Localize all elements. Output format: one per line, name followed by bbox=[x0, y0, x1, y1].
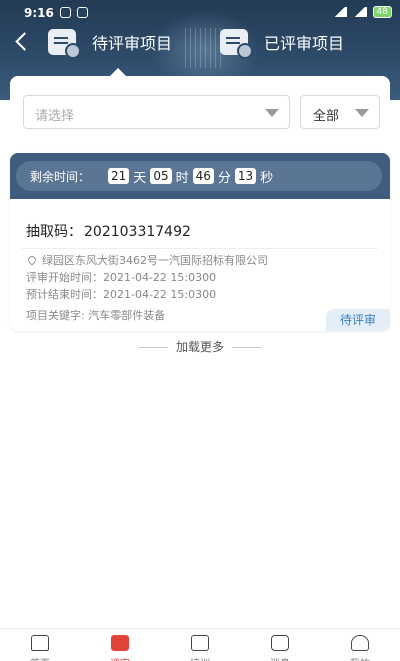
countdown-seconds: 13 bbox=[234, 168, 257, 184]
nav-label: 消息 bbox=[240, 655, 320, 661]
code-value: 202103317492 bbox=[84, 224, 191, 240]
header-decoration bbox=[185, 28, 225, 68]
days-unit: 天 bbox=[133, 170, 147, 186]
signal-icon bbox=[332, 7, 347, 17]
select-value: 全部 bbox=[313, 109, 340, 124]
seconds-unit: 秒 bbox=[260, 170, 274, 186]
nav-item-home[interactable]: 首页 bbox=[0, 629, 80, 661]
code-label: 抽取码： bbox=[26, 224, 82, 240]
status-icons: 48 bbox=[332, 6, 392, 18]
home-icon bbox=[31, 635, 49, 651]
countdown: 剩余时间： 21 天 05 时 46 分 13 秒 bbox=[16, 161, 382, 191]
tab-label: 已评审项目 bbox=[264, 34, 345, 53]
countdown-days: 21 bbox=[108, 168, 130, 184]
nav-label: 评审 bbox=[80, 655, 160, 661]
minutes-unit: 分 bbox=[217, 170, 231, 186]
nav-label: 我的 bbox=[320, 655, 400, 661]
nav-item-training[interactable]: 培训 bbox=[160, 629, 240, 661]
card-header: 剩余时间： 21 天 05 时 46 分 13 秒 bbox=[10, 153, 390, 199]
address-text: 绿园区东风大街3462号一汽国际招标有限公司 bbox=[42, 254, 268, 267]
nav-label: 首页 bbox=[0, 655, 80, 661]
hours-unit: 时 bbox=[175, 170, 189, 186]
category-select[interactable]: 请选择 bbox=[23, 95, 290, 129]
back-button[interactable] bbox=[12, 32, 32, 52]
project-address: 绿园区东风大街3462号一汽国际招标有限公司 bbox=[26, 252, 268, 268]
profile-icon bbox=[351, 635, 369, 651]
chevron-down-icon bbox=[355, 109, 369, 117]
chevron-down-icon bbox=[265, 109, 279, 117]
notification-icons bbox=[60, 7, 88, 18]
status-badge: 待评审 bbox=[326, 309, 390, 331]
nav-item-profile[interactable]: 我的 bbox=[320, 629, 400, 661]
review-end-time: 预计结束时间：2021-04-22 15:0300 bbox=[26, 288, 217, 301]
filter-panel: 请选择 全部 bbox=[10, 76, 390, 148]
project-card[interactable]: 剩余时间： 21 天 05 时 46 分 13 秒 抽取码： 2021033174… bbox=[10, 153, 390, 331]
select-placeholder: 请选择 bbox=[35, 109, 75, 124]
status-bar: 9:16 48 bbox=[0, 0, 400, 26]
signal-icon-2 bbox=[352, 7, 367, 17]
battery-icon: 48 bbox=[372, 6, 392, 18]
training-icon bbox=[191, 635, 209, 651]
active-tab-indicator bbox=[110, 68, 126, 76]
project-keywords: 项目关键字: 汽车零部件装备 bbox=[26, 309, 166, 322]
extraction-code: 抽取码： 202103317492 bbox=[26, 221, 191, 241]
scope-select[interactable]: 全部 bbox=[300, 95, 380, 129]
countdown-minutes: 46 bbox=[192, 168, 214, 184]
status-time: 9:16 bbox=[24, 6, 54, 20]
nav-item-review[interactable]: 评审 bbox=[80, 629, 160, 661]
tab-reviewed[interactable]: 已评审项目 bbox=[220, 27, 345, 59]
document-icon bbox=[48, 29, 81, 59]
divider bbox=[22, 248, 378, 249]
review-start-time: 评审开始时间：2021-04-22 15:0300 bbox=[26, 271, 217, 284]
tab-pending-review[interactable]: 待评审项目 bbox=[48, 27, 173, 59]
tab-label: 待评审项目 bbox=[92, 34, 173, 53]
nav-item-messages[interactable]: 消息 bbox=[240, 629, 320, 661]
message-notification-icon bbox=[77, 7, 88, 18]
location-pin-icon bbox=[26, 254, 38, 266]
bottom-nav: 首页 评审 培训 消息 我的 bbox=[0, 628, 400, 661]
alarm-icon bbox=[60, 7, 71, 18]
load-more[interactable]: 加载更多 bbox=[0, 338, 400, 355]
load-more-label: 加载更多 bbox=[175, 340, 224, 354]
review-icon bbox=[111, 635, 129, 651]
countdown-label: 剩余时间： bbox=[30, 169, 91, 184]
message-icon bbox=[271, 635, 289, 651]
countdown-hours: 05 bbox=[150, 168, 172, 184]
document-icon bbox=[220, 29, 253, 59]
nav-label: 培训 bbox=[160, 655, 240, 661]
